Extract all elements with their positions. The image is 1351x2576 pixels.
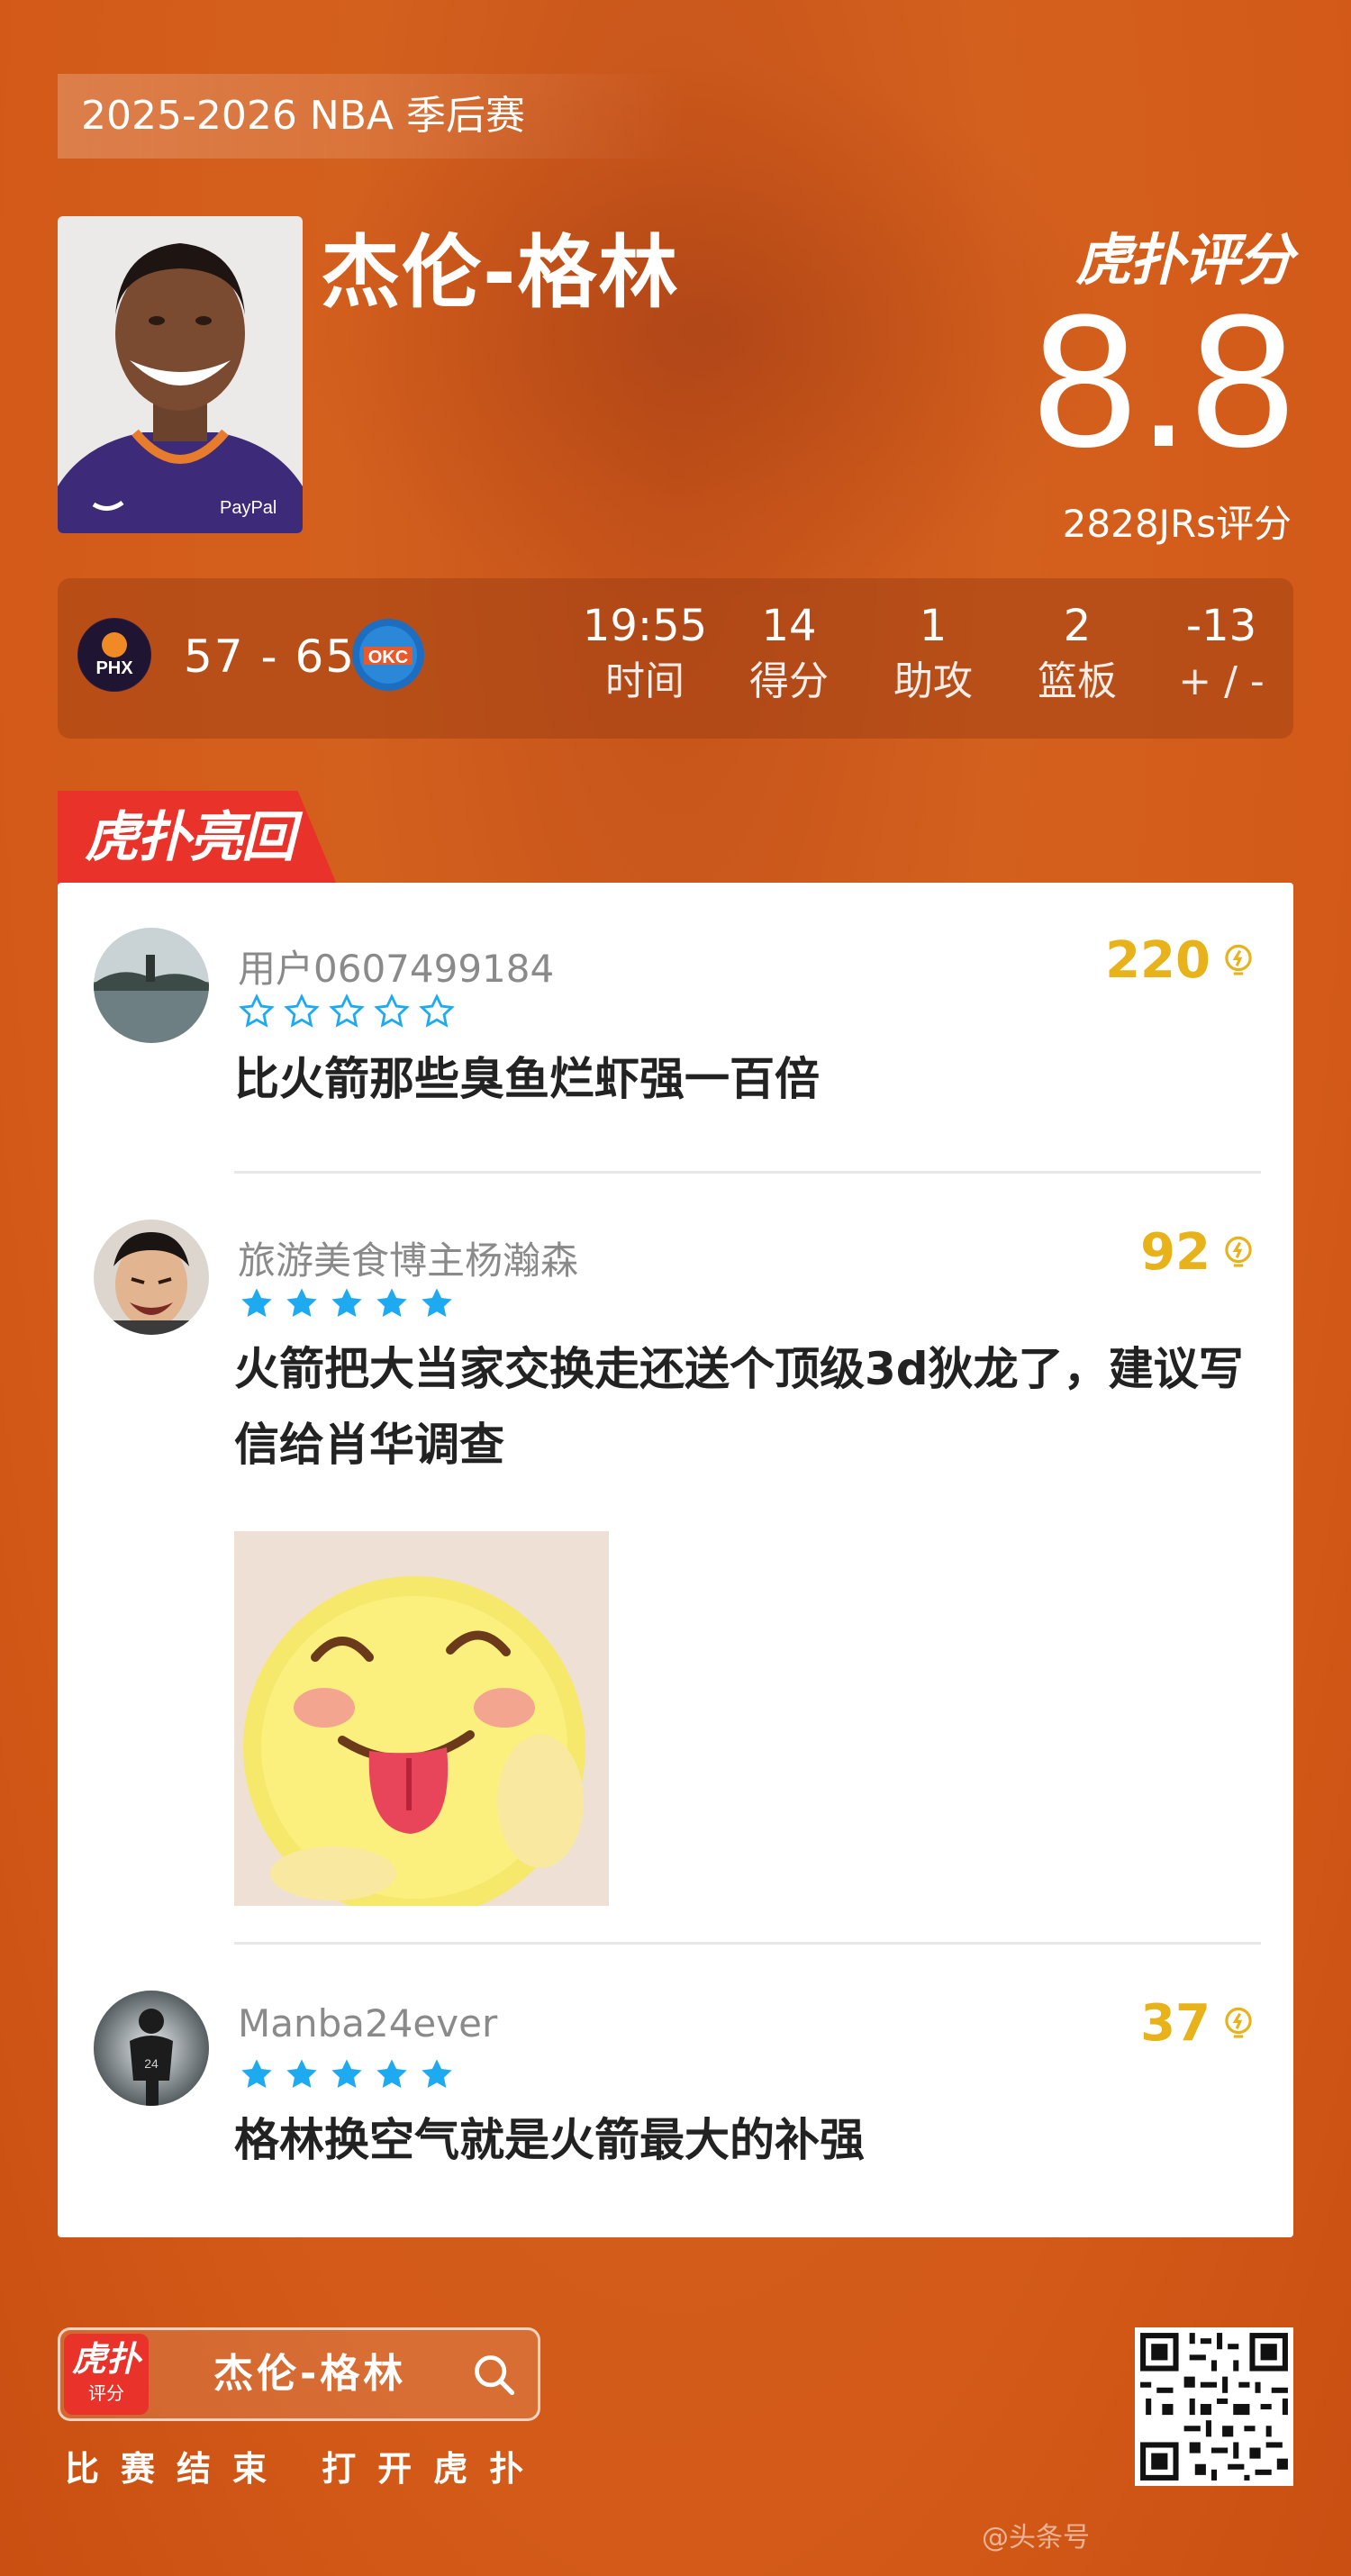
comment-text: 格林换空气就是火箭最大的补强 bbox=[234, 2114, 865, 2166]
rating-stars bbox=[238, 993, 456, 1030]
like-count: 37 bbox=[1140, 1994, 1210, 2053]
stat-rebounds: 2 篮板 bbox=[1005, 598, 1149, 710]
stat-time: 19:55 时间 bbox=[573, 598, 717, 710]
star-icon bbox=[419, 993, 455, 1028]
lightbulb-icon bbox=[1225, 1236, 1252, 1267]
stat-value: -13 bbox=[1185, 601, 1257, 651]
stat-value: 1 bbox=[919, 601, 948, 651]
comment-username[interactable]: 用户0607499184 bbox=[238, 939, 554, 993]
hupu-rating-logo: 虎扑 评分 bbox=[64, 2334, 149, 2415]
star-icon bbox=[241, 2059, 272, 2089]
like-count: 220 bbox=[1105, 931, 1210, 990]
like-button[interactable]: 220 bbox=[1105, 931, 1257, 990]
search-icon[interactable] bbox=[471, 2352, 518, 2399]
star-icon bbox=[329, 993, 365, 1028]
star-icon bbox=[286, 1288, 317, 1318]
star-icon bbox=[286, 2059, 317, 2089]
stat-value: 14 bbox=[761, 601, 817, 651]
player-photo: PayPal bbox=[58, 216, 303, 533]
stat-label: + / - bbox=[1178, 658, 1265, 704]
rating-score: 8.8 bbox=[1032, 275, 1295, 486]
comment-username[interactable]: Manba24ever bbox=[238, 2001, 497, 2045]
star-icon bbox=[239, 993, 275, 1028]
rating-votes: 2828JRs评分 bbox=[1062, 502, 1292, 546]
star-icon bbox=[422, 2059, 452, 2089]
stat-assists: 1 助攻 bbox=[861, 598, 1005, 710]
stat-points: 14 得分 bbox=[717, 598, 861, 710]
star-icon bbox=[284, 993, 320, 1028]
search-player-name: 杰伦-格林 bbox=[213, 2351, 407, 2397]
comment-divider bbox=[234, 1171, 1261, 1174]
highlight-replies-tag: 虎扑亮回复 bbox=[58, 791, 337, 884]
tongue-thumbs-up-emoji bbox=[234, 1531, 609, 1906]
comments-card: 用户0607499184 220 比火箭那些臭鱼烂虾强一百倍 旅游美食博主杨瀚森… bbox=[58, 883, 1293, 2237]
rating-stars bbox=[238, 2055, 456, 2093]
phx-team-logo: PHX bbox=[77, 618, 151, 692]
okc-logo-text: OKC bbox=[368, 648, 408, 667]
comment-text: 比火箭那些臭鱼烂虾强一百倍 bbox=[234, 1053, 820, 1105]
like-count: 92 bbox=[1140, 1223, 1210, 1282]
svg-text:24: 24 bbox=[144, 2056, 159, 2071]
comment-image[interactable] bbox=[234, 1531, 609, 1906]
qr-code[interactable] bbox=[1135, 2327, 1293, 2486]
lightbulb-icon bbox=[1225, 944, 1252, 975]
stat-label: 助攻 bbox=[893, 658, 973, 704]
star-icon bbox=[241, 1288, 272, 1318]
share-card: 2025-2026 NBA 季后赛 PayPal 杰伦-格林 虎扑评分 8.8 … bbox=[0, 0, 1351, 2576]
logo-sub-text: 评分 bbox=[88, 2382, 124, 2404]
stat-plus-minus: -13 + / - bbox=[1149, 598, 1293, 710]
stat-label: 篮板 bbox=[1038, 658, 1117, 704]
match-score: 57 - 65 bbox=[184, 630, 357, 683]
star-icon bbox=[376, 1288, 407, 1318]
lightbulb-icon bbox=[1225, 2007, 1252, 2038]
match-stats-bar: PHX 57 - 65 OKC 19:55 时间 14 得分 1 助攻 2 篮板 bbox=[58, 578, 1293, 739]
comment-username[interactable]: 旅游美食博主杨瀚森 bbox=[238, 1230, 578, 1285]
stat-value: 2 bbox=[1063, 601, 1092, 651]
star-icon bbox=[376, 2059, 407, 2089]
stat-label: 得分 bbox=[749, 658, 829, 704]
comment-text: 火箭把大当家交换走还送个顶级3d狄龙了，建议写信给肖华调查 bbox=[234, 1343, 1244, 1471]
like-button[interactable]: 92 bbox=[1140, 1223, 1257, 1282]
svg-text:PayPal: PayPal bbox=[220, 498, 277, 518]
okc-team-logo: OKC bbox=[351, 618, 425, 692]
season-banner: 2025-2026 NBA 季后赛 bbox=[58, 74, 688, 159]
rating-stars bbox=[238, 1284, 456, 1322]
avatar[interactable] bbox=[94, 928, 209, 1043]
star-icon bbox=[331, 2059, 362, 2089]
avatar[interactable]: 24 bbox=[94, 1991, 209, 2106]
star-icon bbox=[374, 993, 410, 1028]
search-box[interactable]: 虎扑 评分 杰伦-格林 bbox=[58, 2327, 540, 2421]
open-app-caption: 比赛结束 打开虎扑 bbox=[65, 2449, 546, 2489]
watermark: @头条号 bbox=[982, 2522, 1090, 2553]
comment-divider bbox=[234, 1942, 1261, 1945]
star-icon bbox=[422, 1288, 452, 1318]
star-icon bbox=[331, 1288, 362, 1318]
stat-label: 时间 bbox=[605, 658, 685, 704]
phx-logo-text: PHX bbox=[95, 658, 133, 678]
avatar[interactable] bbox=[94, 1220, 209, 1335]
logo-main-text: 虎扑 bbox=[71, 2339, 141, 2379]
player-name: 杰伦-格林 bbox=[321, 226, 680, 319]
stat-value: 19:55 bbox=[582, 601, 708, 651]
like-button[interactable]: 37 bbox=[1140, 1994, 1257, 2053]
